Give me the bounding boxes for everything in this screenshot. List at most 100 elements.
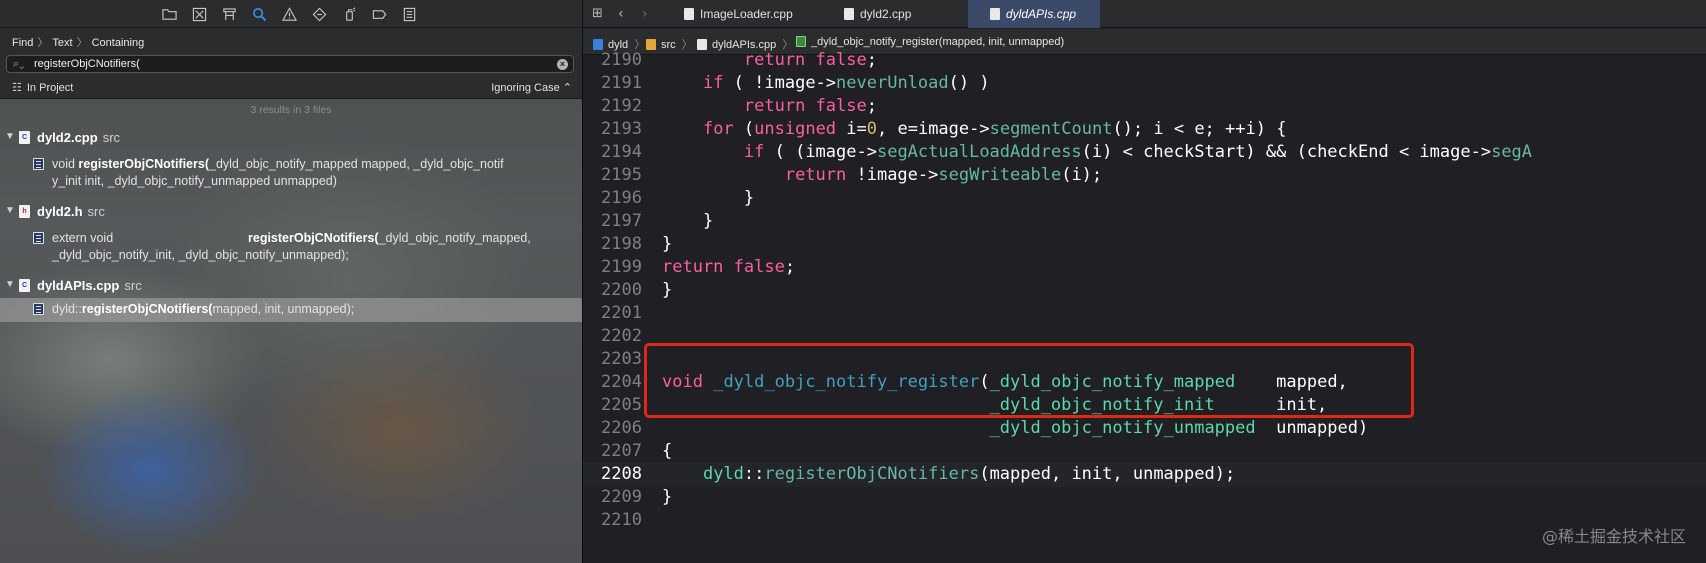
back-chevron-icon[interactable]: ‹ bbox=[618, 6, 624, 22]
code-text[interactable]: return !image->segWriteable(i); bbox=[662, 163, 1102, 188]
code-line[interactable]: 2194 if ( (image->segActualLoadAddress(i… bbox=[583, 140, 1706, 165]
code-text[interactable]: return false; bbox=[662, 48, 877, 73]
code-line[interactable]: 2191 if ( !image->neverUnload() ) bbox=[583, 71, 1706, 96]
watermark: @稀土掘金技术社区 bbox=[1541, 527, 1686, 546]
forward-chevron-icon[interactable]: › bbox=[642, 6, 648, 22]
line-number[interactable]: 2206 bbox=[583, 416, 642, 441]
jump-bar-symbol[interactable]: _dyld_objc_notify_register(mapped, init,… bbox=[796, 36, 1064, 48]
code-text[interactable]: return false; bbox=[662, 255, 795, 280]
line-number[interactable]: 2203 bbox=[583, 347, 642, 372]
clear-search-icon[interactable]: × bbox=[557, 59, 568, 70]
find-mode-find[interactable]: Find bbox=[12, 37, 33, 49]
disclosure-triangle-icon[interactable]: ▼ bbox=[5, 279, 15, 290]
test-diamond-icon[interactable] bbox=[311, 6, 327, 22]
line-number[interactable]: 2204 bbox=[583, 370, 642, 395]
line-number[interactable]: 2190 bbox=[583, 48, 642, 73]
debug-spray-icon[interactable] bbox=[341, 6, 357, 22]
line-number[interactable]: 2194 bbox=[583, 140, 642, 165]
search-options-icon[interactable]: ⌕⌄ bbox=[13, 58, 24, 71]
line-number[interactable]: 2195 bbox=[583, 163, 642, 188]
result-file-name: dyld2.h bbox=[37, 204, 83, 219]
line-number[interactable]: 2202 bbox=[583, 324, 642, 349]
case-sensitivity-select[interactable]: Ignoring Case ⌃ bbox=[491, 81, 572, 94]
source-control-icon[interactable] bbox=[191, 6, 207, 22]
match-prefix: void bbox=[52, 157, 79, 171]
code-line[interactable]: 2193 for (unsigned i=0, e=image->segment… bbox=[583, 117, 1706, 142]
search-result-match[interactable]: void registerObjCNotifiers(_dyld_objc_no… bbox=[0, 156, 582, 192]
folder-icon[interactable] bbox=[161, 6, 177, 22]
result-file-row[interactable]: ▼ C dyldAPIs.cpp src bbox=[0, 276, 582, 296]
tab-imageloader-cpp[interactable]: ImageLoader.cpp bbox=[665, 0, 820, 28]
line-number[interactable]: 2210 bbox=[583, 508, 642, 533]
line-number[interactable]: 2198 bbox=[583, 232, 642, 257]
search-input[interactable] bbox=[34, 57, 554, 71]
search-result-match[interactable]: extern void registerObjCNotifiers(_dyld_o… bbox=[0, 230, 582, 266]
code-line[interactable]: 2195 return !image->segWriteable(i); bbox=[583, 163, 1706, 188]
jump-bar-label: _dyld_objc_notify_register(mapped, init,… bbox=[811, 36, 1065, 48]
code-line[interactable]: 2208 dyld::registerObjCNotifiers(mapped,… bbox=[583, 462, 1706, 487]
hierarchy-icon[interactable] bbox=[221, 6, 237, 22]
match-term: registerObjCNotifiers( bbox=[248, 231, 379, 245]
code-text[interactable]: } bbox=[662, 278, 672, 303]
code-line[interactable]: 2198} bbox=[583, 232, 1706, 257]
line-number[interactable]: 2199 bbox=[583, 255, 642, 280]
code-line[interactable]: 2210 bbox=[583, 508, 1706, 533]
code-text[interactable]: _dyld_objc_notify_unmapped unmapped) bbox=[662, 416, 1369, 441]
find-mode-breadcrumb[interactable]: Find 〉 Text 〉 Containing bbox=[0, 28, 582, 52]
result-file-row[interactable]: ▼ C dyld2.cpp src bbox=[0, 128, 582, 148]
grid-icon[interactable]: ⊞ bbox=[592, 6, 603, 21]
report-list-icon[interactable] bbox=[401, 6, 417, 22]
code-text[interactable]: return false; bbox=[662, 94, 877, 119]
code-line[interactable]: 2199 return false; bbox=[583, 255, 1706, 280]
tab-dyld2-cpp[interactable]: dyld2.cpp bbox=[820, 0, 968, 28]
match-continuation: y_init init, _dyld_objc_notify_unmapped … bbox=[52, 174, 337, 188]
find-mode-containing[interactable]: Containing bbox=[92, 37, 145, 49]
result-file-name: dyld2.cpp bbox=[37, 130, 98, 145]
code-line[interactable]: 2190 return false; bbox=[583, 48, 1706, 73]
line-number[interactable]: 2201 bbox=[583, 301, 642, 326]
search-result-match-selected[interactable]: dyld::registerObjCNotifiers(mapped, init… bbox=[0, 298, 582, 322]
code-line[interactable]: 2209} bbox=[583, 485, 1706, 510]
line-number[interactable]: 2209 bbox=[583, 485, 642, 510]
code-text[interactable]: } bbox=[662, 209, 713, 234]
code-text[interactable]: } bbox=[662, 232, 672, 257]
code-area[interactable]: 2190 return false; 2191 if ( !image->neve… bbox=[583, 50, 1706, 563]
navigator-toolbar bbox=[0, 0, 582, 28]
code-line[interactable]: 2207 { bbox=[583, 439, 1706, 464]
search-icon[interactable] bbox=[251, 6, 267, 22]
code-line[interactable]: 2206 _dyld_objc_notify_unmapped unmapped… bbox=[583, 416, 1706, 441]
tab-label: ImageLoader.cpp bbox=[700, 7, 793, 21]
code-line[interactable]: 2201 bbox=[583, 301, 1706, 326]
result-file-row[interactable]: ▼ h dyld2.h src bbox=[0, 202, 582, 222]
code-text[interactable]: for (unsigned i=0, e=image->segmentCount… bbox=[662, 117, 1286, 142]
code-text[interactable]: } bbox=[662, 485, 672, 510]
line-number[interactable]: 2200 bbox=[583, 278, 642, 303]
tab-dyldapis-cpp[interactable]: dyldAPIs.cpp bbox=[968, 0, 1100, 28]
find-mode-text[interactable]: Text bbox=[52, 37, 72, 49]
line-number[interactable]: 2205 bbox=[583, 393, 642, 418]
disclosure-triangle-icon[interactable]: ▼ bbox=[5, 205, 15, 216]
line-number[interactable]: 2191 bbox=[583, 71, 642, 96]
scope-selector[interactable]: ☷ In Project bbox=[12, 81, 73, 94]
code-line[interactable]: 2196 } bbox=[583, 186, 1706, 211]
breakpoint-tag-icon[interactable] bbox=[371, 6, 387, 22]
line-number[interactable]: 2196 bbox=[583, 186, 642, 211]
code-text[interactable]: } bbox=[662, 186, 754, 211]
source-editor: ⊞ ‹ › ImageLoader.cpp dyld2.cpp dyldAPIs… bbox=[583, 0, 1706, 563]
code-text[interactable]: { bbox=[662, 439, 672, 464]
code-text[interactable]: if ( !image->neverUnload() ) bbox=[662, 71, 990, 96]
search-field[interactable]: ⌕⌄ × bbox=[6, 55, 574, 73]
line-number[interactable]: 2193 bbox=[583, 117, 642, 142]
code-text[interactable]: if ( (image->segActualLoadAddress(i) < c… bbox=[662, 140, 1532, 165]
header-file-icon: h bbox=[19, 205, 30, 218]
warning-icon[interactable] bbox=[281, 6, 297, 22]
code-line[interactable]: 2200} bbox=[583, 278, 1706, 303]
line-number[interactable]: 2208 bbox=[583, 462, 642, 487]
code-line[interactable]: 2192 return false; bbox=[583, 94, 1706, 119]
disclosure-triangle-icon[interactable]: ▼ bbox=[5, 131, 15, 142]
line-number[interactable]: 2192 bbox=[583, 94, 642, 119]
code-text[interactable]: dyld::registerObjCNotifiers(mapped, init… bbox=[662, 462, 1235, 487]
line-number[interactable]: 2207 bbox=[583, 439, 642, 464]
line-number[interactable]: 2197 bbox=[583, 209, 642, 234]
code-line[interactable]: 2197 } bbox=[583, 209, 1706, 234]
